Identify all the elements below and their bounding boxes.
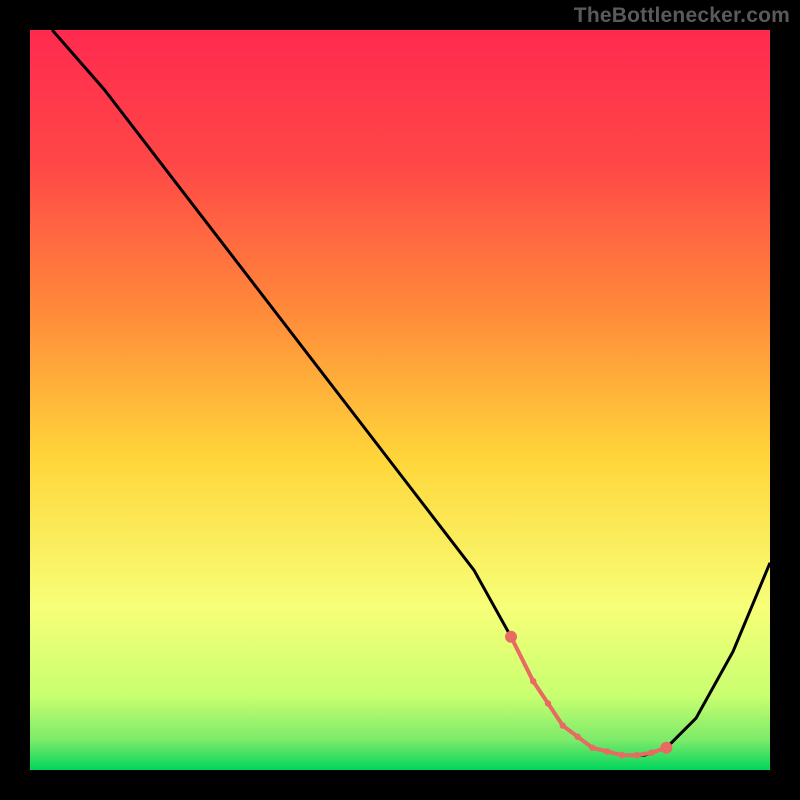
- plot-area: [30, 30, 770, 770]
- chart-svg: [30, 30, 770, 770]
- marker-dot: [648, 750, 654, 756]
- marker-dot: [589, 745, 595, 751]
- chart-container: TheBottlenecker.com: [0, 0, 800, 800]
- marker-dot: [545, 700, 551, 706]
- marker-dot: [560, 722, 566, 728]
- marker-dot: [574, 734, 580, 740]
- marker-dot: [660, 742, 672, 754]
- marker-dot: [530, 678, 536, 684]
- marker-dot: [505, 631, 517, 643]
- marker-dot: [619, 752, 625, 758]
- marker-dot: [634, 752, 640, 758]
- gradient-background: [30, 30, 770, 770]
- marker-dot: [604, 748, 610, 754]
- attribution-text: TheBottlenecker.com: [574, 4, 790, 28]
